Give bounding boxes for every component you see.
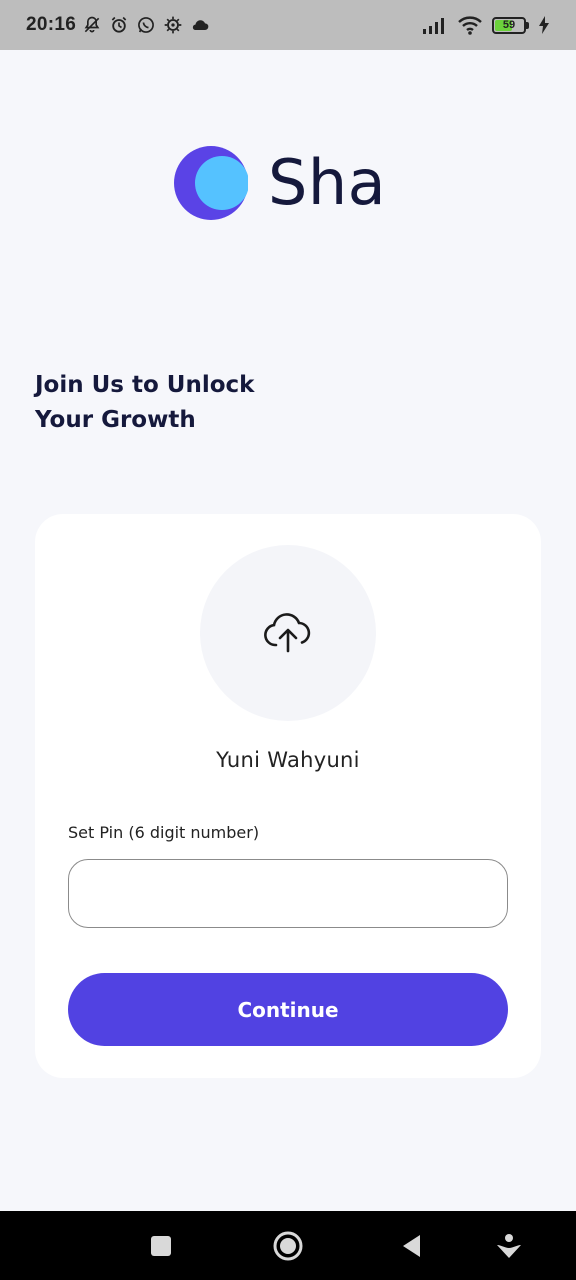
back-button[interactable] <box>396 1230 428 1262</box>
continue-button[interactable]: Continue <box>68 973 508 1046</box>
whatsapp-icon <box>138 17 155 33</box>
crescent-logo-icon <box>174 146 248 220</box>
cloud-upload-icon <box>264 613 311 653</box>
headline-line-1: Join Us to Unlock <box>35 372 255 398</box>
cloud-icon <box>192 20 209 30</box>
pin-label: Set Pin (6 digit number) <box>68 823 260 842</box>
recents-button[interactable] <box>145 1230 177 1262</box>
pin-input[interactable] <box>68 859 508 928</box>
muted-notifications-icon <box>84 16 100 33</box>
avatar-upload-button[interactable] <box>200 545 376 721</box>
wifi-icon <box>458 16 482 35</box>
app-logo: Sha <box>174 146 386 220</box>
settings-gear-icon <box>164 16 182 34</box>
home-button[interactable] <box>272 1230 304 1262</box>
status-notification-icons <box>82 15 210 35</box>
status-time: 20:16 <box>26 14 77 35</box>
assistant-icon <box>497 1234 521 1258</box>
signal-icon <box>423 18 444 34</box>
charging-bolt-icon <box>539 16 549 34</box>
assistant-button[interactable] <box>493 1230 525 1262</box>
battery-level: 59 <box>502 19 516 31</box>
recents-square-icon <box>151 1236 171 1256</box>
battery-indicator: 59 <box>492 16 529 34</box>
status-bar: 20:16 59 <box>0 0 576 50</box>
alarm-icon <box>111 16 127 33</box>
user-name: Yuni Wahyuni <box>216 748 360 772</box>
signup-card: Yuni Wahyuni Set Pin (6 digit number) Co… <box>35 514 541 1078</box>
headline-line-2: Your Growth <box>35 407 196 433</box>
logo-wordmark: Sha <box>268 146 387 219</box>
system-navigation-bar <box>0 1211 576 1280</box>
status-system-icons: 59 <box>422 15 550 35</box>
page-headline: Join Us to Unlock Your Growth <box>35 368 335 438</box>
home-circle-icon <box>273 1231 303 1261</box>
back-triangle-icon <box>403 1235 420 1257</box>
